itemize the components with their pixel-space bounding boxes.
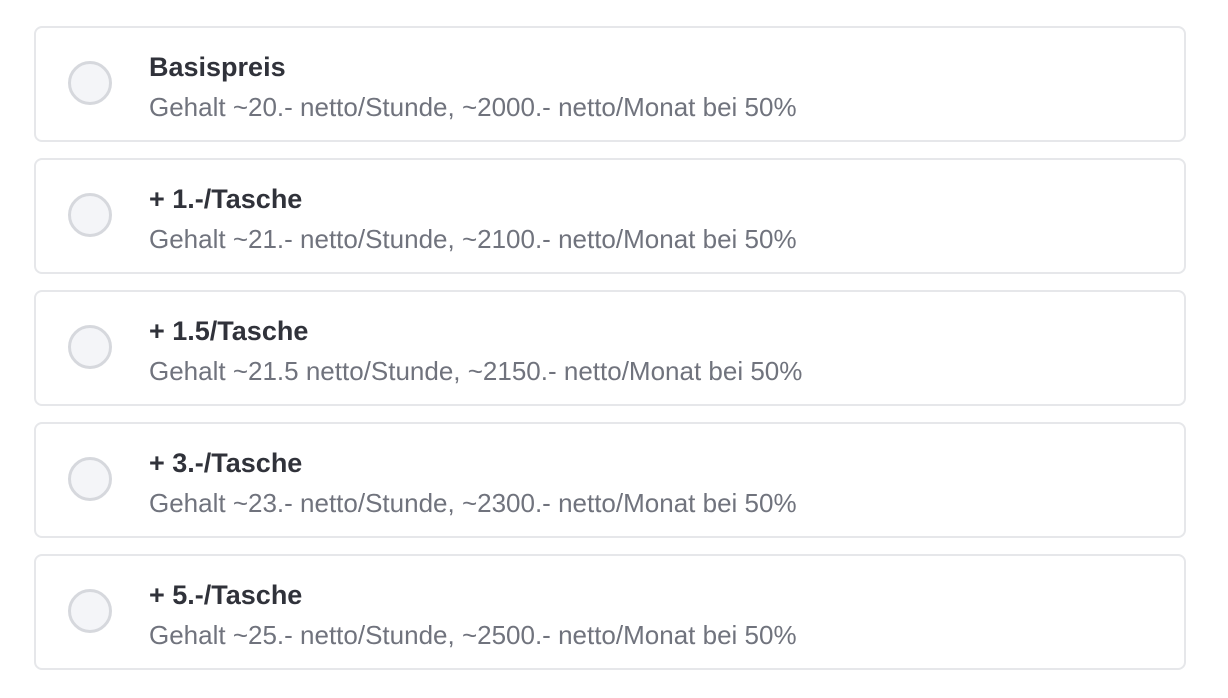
option-card-basispreis[interactable]: Basispreis Gehalt ~20.- netto/Stunde, ~2… — [34, 26, 1186, 142]
option-text: + 5.-/Tasche Gehalt ~25.- netto/Stunde, … — [149, 578, 1164, 652]
option-description: Gehalt ~23.- netto/Stunde, ~2300.- netto… — [149, 488, 797, 518]
option-description: Gehalt ~21.5 netto/Stunde, ~2150.- netto… — [149, 356, 803, 386]
option-description: Gehalt ~20.- netto/Stunde, ~2000.- netto… — [149, 92, 797, 122]
option-title: + 3.-/Tasche — [149, 448, 303, 478]
option-title: + 1.5/Tasche — [149, 316, 309, 346]
option-card-plus-3[interactable]: + 3.-/Tasche Gehalt ~23.- netto/Stunde, … — [34, 422, 1186, 538]
option-text: Basispreis Gehalt ~20.- netto/Stunde, ~2… — [149, 50, 1164, 124]
option-card-plus-5[interactable]: + 5.-/Tasche Gehalt ~25.- netto/Stunde, … — [34, 554, 1186, 670]
option-card-plus-1-5[interactable]: + 1.5/Tasche Gehalt ~21.5 netto/Stunde, … — [34, 290, 1186, 406]
option-title: + 1.-/Tasche — [149, 184, 303, 214]
radio-button[interactable] — [68, 589, 112, 633]
option-description: Gehalt ~25.- netto/Stunde, ~2500.- netto… — [149, 620, 797, 650]
radio-button[interactable] — [68, 61, 112, 105]
radio-button[interactable] — [68, 457, 112, 501]
radio-button[interactable] — [68, 193, 112, 237]
option-text: + 1.-/Tasche Gehalt ~21.- netto/Stunde, … — [149, 182, 1164, 256]
option-text: + 1.5/Tasche Gehalt ~21.5 netto/Stunde, … — [149, 314, 1164, 388]
option-title: + 5.-/Tasche — [149, 580, 303, 610]
option-title: Basispreis — [149, 52, 286, 82]
option-description: Gehalt ~21.- netto/Stunde, ~2100.- netto… — [149, 224, 797, 254]
radio-button[interactable] — [68, 325, 112, 369]
option-card-plus-1[interactable]: + 1.-/Tasche Gehalt ~21.- netto/Stunde, … — [34, 158, 1186, 274]
option-text: + 3.-/Tasche Gehalt ~23.- netto/Stunde, … — [149, 446, 1164, 520]
pricing-option-list: Basispreis Gehalt ~20.- netto/Stunde, ~2… — [34, 26, 1186, 686]
